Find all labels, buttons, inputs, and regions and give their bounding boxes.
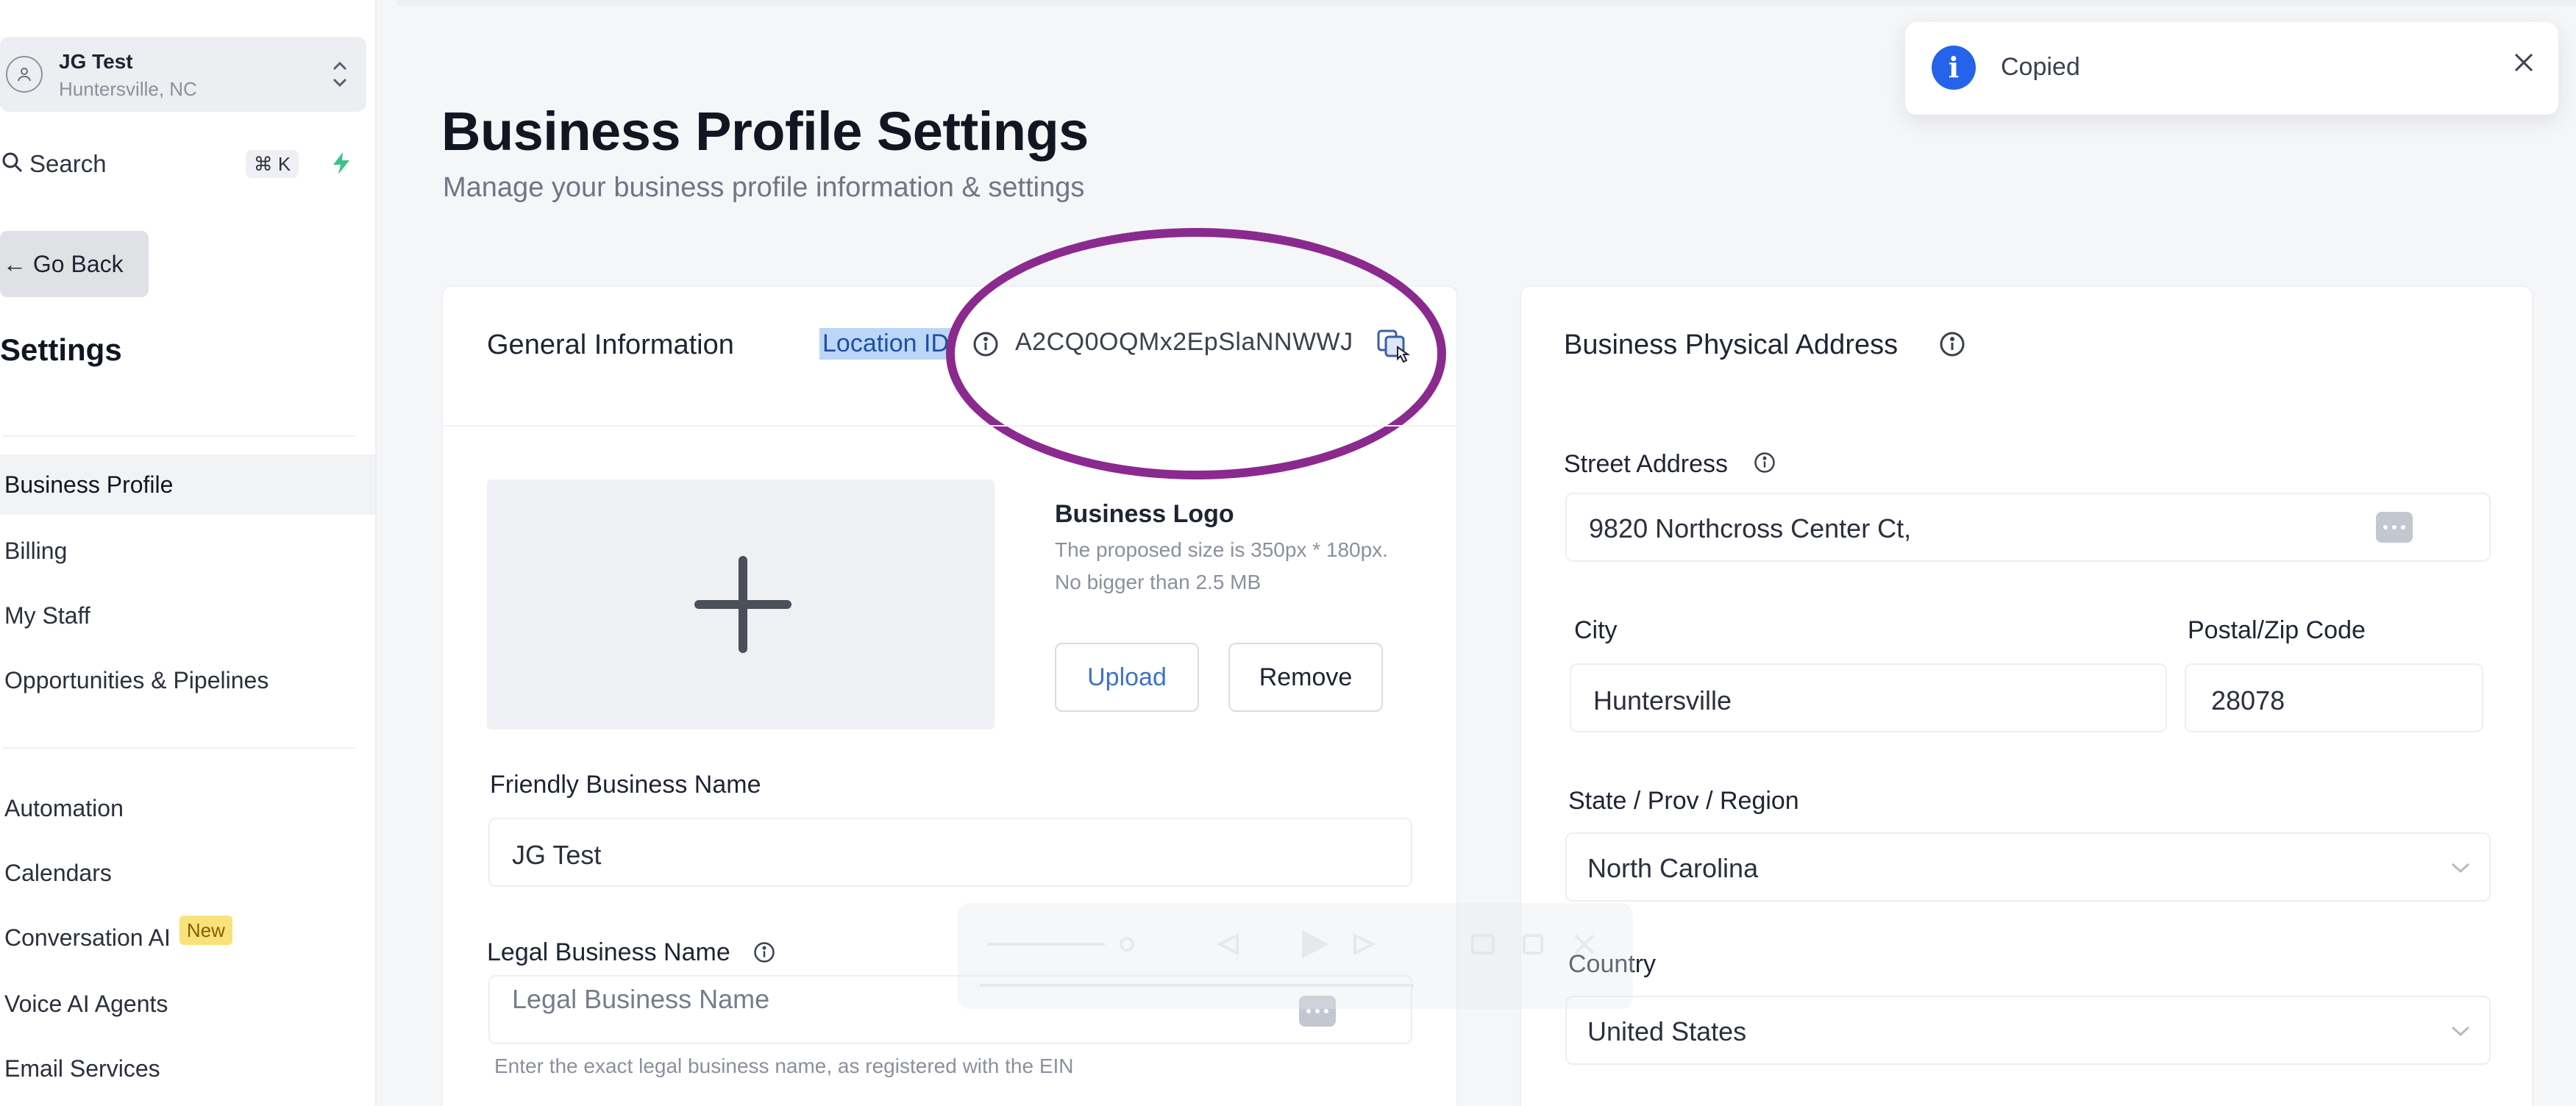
- location-id-label: Location ID: [819, 328, 952, 360]
- country-value: United States: [1587, 1016, 1747, 1046]
- legal-business-name-hint: Enter the exact legal business name, as …: [494, 1055, 1074, 1077]
- state-select[interactable]: North Carolina: [1565, 832, 2491, 902]
- highlight-ellipse-annotation: [946, 228, 1446, 479]
- bolt-icon[interactable]: [328, 150, 355, 180]
- info-icon: [1939, 331, 1965, 361]
- settings-title: Settings: [0, 332, 122, 367]
- sidebar-item-automation[interactable]: Automation: [0, 778, 375, 838]
- new-badge: New: [179, 916, 232, 945]
- upload-button[interactable]: Upload: [1055, 643, 1199, 712]
- video-controls-overlay: [958, 903, 1633, 1009]
- sidebar-item-my-staff[interactable]: My Staff: [0, 585, 375, 646]
- info-icon: i: [1932, 46, 1976, 90]
- business-address-title: Business Physical Address: [1564, 329, 1899, 360]
- location-city: Huntersville, NC: [59, 78, 197, 100]
- chevron-down-icon: [2449, 1024, 2472, 1042]
- chevron-up-down-icon: [330, 54, 350, 98]
- sidebar-item-calendars[interactable]: Calendars: [0, 843, 375, 903]
- friendly-business-name-label: Friendly Business Name: [490, 771, 761, 799]
- sidebar-item-opportunities[interactable]: Opportunities & Pipelines: [0, 650, 375, 710]
- location-avatar-icon: [6, 56, 43, 93]
- section-divider: [3, 435, 356, 437]
- page-title: Business Profile Settings: [441, 101, 1089, 162]
- page-subtitle: Manage your business profile information…: [443, 172, 1085, 203]
- section-divider: [3, 747, 356, 749]
- chevron-down-icon: [2449, 860, 2472, 879]
- location-name: JG Test: [59, 50, 133, 73]
- toast-notification: i Copied: [1905, 22, 2558, 115]
- search-bar[interactable]: Search ⌘ K: [0, 140, 309, 187]
- info-icon: [753, 941, 775, 967]
- street-address-label: Street Address: [1564, 450, 1729, 478]
- business-logo-help: The proposed size is 350px * 180px. No b…: [1055, 538, 1388, 593]
- password-manager-icon[interactable]: [2376, 512, 2413, 543]
- sidebar-item-conversation-ai[interactable]: Conversation AI New: [0, 907, 375, 968]
- header-divider: [397, 0, 2576, 6]
- sidebar: JG Test Huntersville, NC Search ⌘ K ← Go…: [0, 0, 377, 1106]
- friendly-business-name-input[interactable]: JG Test: [488, 818, 1412, 887]
- section-divider: [441, 425, 1458, 427]
- postal-code-label: Postal/Zip Code: [2188, 616, 2366, 644]
- state-value: North Carolina: [1587, 853, 1759, 883]
- plus-icon: [691, 553, 794, 660]
- logo-upload-dropzone[interactable]: [487, 479, 995, 729]
- legal-business-name-placeholder: Legal Business Name: [512, 984, 770, 1014]
- sidebar-item-voice-ai-agents[interactable]: Voice AI Agents: [0, 974, 375, 1034]
- sidebar-item-billing[interactable]: Billing: [0, 521, 375, 581]
- location-switcher[interactable]: JG Test Huntersville, NC: [0, 37, 366, 112]
- general-information-title: General Information: [487, 329, 734, 360]
- search-label: Search: [29, 150, 107, 177]
- street-address-input[interactable]: 9820 Northcross Center Ct,: [1565, 493, 2491, 562]
- street-address-value: 9820 Northcross Center Ct,: [1589, 513, 1912, 543]
- search-shortcut: ⌘ K: [246, 150, 299, 178]
- search-icon: [1, 151, 24, 177]
- sidebar-item-email-services[interactable]: Email Services: [0, 1038, 375, 1099]
- friendly-business-name-value: JG Test: [512, 840, 602, 870]
- toast-text: Copied: [2001, 53, 2080, 81]
- state-label: State / Prov / Region: [1568, 787, 1799, 815]
- sidebar-item-label: Conversation AI: [4, 924, 171, 951]
- info-icon: [1754, 452, 1776, 477]
- legal-business-name-label: Legal Business Name: [487, 938, 730, 966]
- country-select[interactable]: United States: [1565, 996, 2491, 1065]
- close-icon[interactable]: [2513, 51, 2535, 77]
- city-input[interactable]: Huntersville: [1570, 663, 2167, 732]
- remove-button[interactable]: Remove: [1228, 643, 1383, 712]
- sidebar-item-business-profile[interactable]: Business Profile: [0, 454, 375, 515]
- city-value: Huntersville: [1593, 685, 1732, 716]
- business-logo-title: Business Logo: [1055, 500, 1234, 528]
- postal-code-value: 28078: [2211, 685, 2285, 716]
- postal-code-input[interactable]: 28078: [2185, 663, 2483, 732]
- city-label: City: [1574, 616, 1618, 644]
- go-back-button[interactable]: ← Go Back: [0, 231, 149, 297]
